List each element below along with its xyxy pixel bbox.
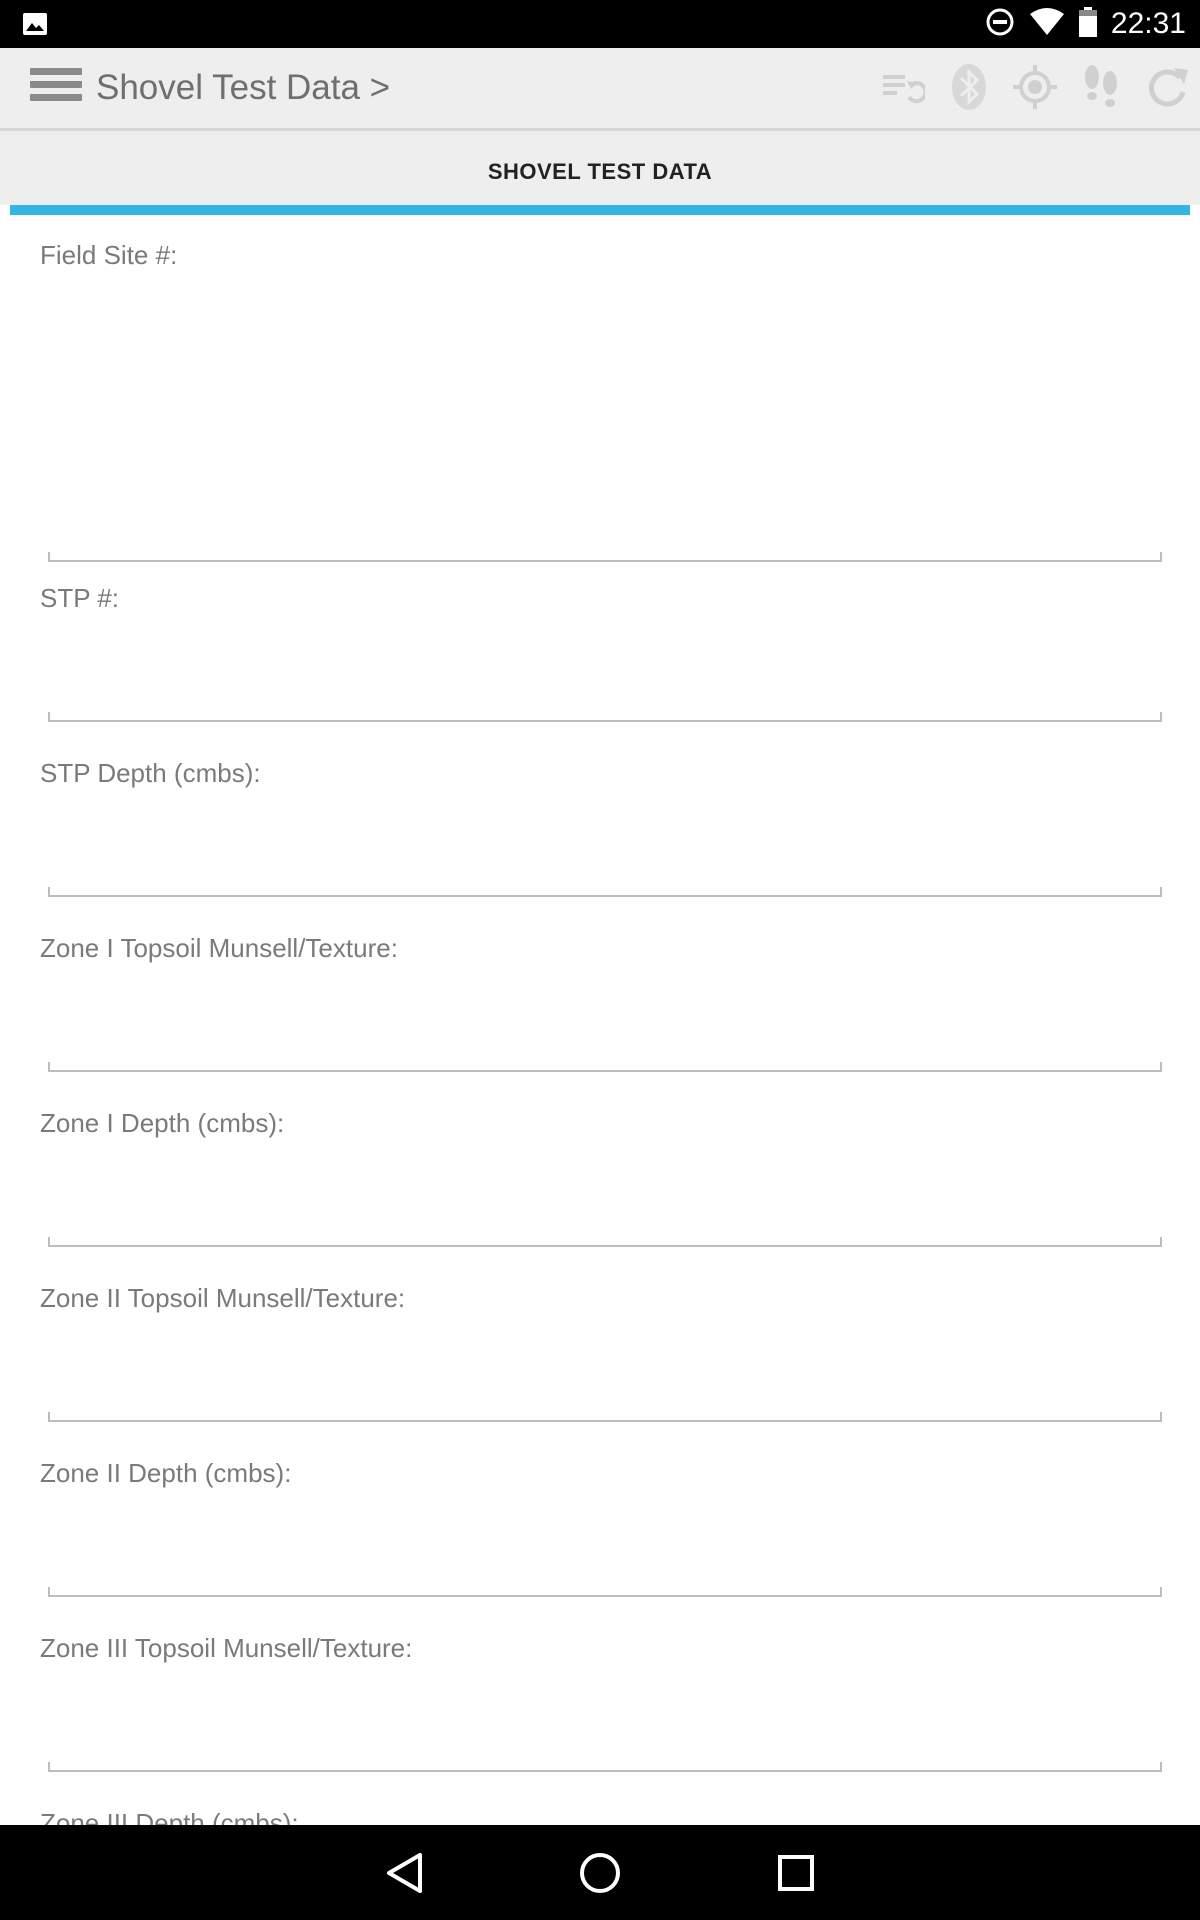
zone-3-topsoil-field: Zone III Topsoil Munsell/Texture: xyxy=(10,1633,1190,1793)
field-label: Zone III Depth (cmbs): xyxy=(40,1808,299,1825)
input-underline xyxy=(48,1062,1162,1072)
stp-depth-input[interactable] xyxy=(48,818,1166,880)
back-icon[interactable] xyxy=(378,1847,430,1899)
zone-1-depth-field: Zone I Depth (cmbs): xyxy=(10,1108,1190,1268)
field-site-number-field: Field Site #: xyxy=(10,240,1190,570)
field-site-number-input[interactable] xyxy=(48,300,1166,542)
input-underline xyxy=(48,1237,1162,1247)
do-not-disturb-icon xyxy=(985,7,1015,41)
zone-3-depth-field: Zone III Depth (cmbs): xyxy=(10,1808,1190,1825)
section-header: SHOVEL TEST DATA xyxy=(0,131,1200,205)
shovel-test-form: Field Site #: STP #: STP Depth (cmbs): Z… xyxy=(10,215,1190,1825)
bluetooth-icon[interactable] xyxy=(944,62,994,112)
stp-number-input[interactable] xyxy=(48,643,1166,705)
section-title: SHOVEL TEST DATA xyxy=(487,159,713,184)
toolbar-title[interactable]: Shovel Test Data > xyxy=(96,68,390,108)
zone-3-topsoil-input[interactable] xyxy=(48,1693,1166,1755)
input-underline xyxy=(48,712,1162,722)
clock-time: 22:31 xyxy=(1110,7,1186,40)
wifi-icon xyxy=(1029,8,1065,40)
input-underline xyxy=(48,1762,1162,1772)
sync-list-icon[interactable] xyxy=(878,62,928,112)
field-label: Zone II Depth (cmbs): xyxy=(40,1458,292,1488)
input-underline xyxy=(48,887,1162,897)
field-label: STP #: xyxy=(40,583,120,613)
image-notification-icon xyxy=(22,12,48,40)
recents-icon[interactable] xyxy=(770,1847,822,1899)
refresh-icon[interactable] xyxy=(1142,62,1192,112)
field-label: Zone I Depth (cmbs): xyxy=(40,1108,285,1138)
field-label: STP Depth (cmbs): xyxy=(40,758,261,788)
zone-1-depth-input[interactable] xyxy=(48,1168,1166,1230)
gps-location-icon[interactable] xyxy=(1010,62,1060,112)
system-navigation-bar xyxy=(0,1825,1200,1920)
zone-1-topsoil-input[interactable] xyxy=(48,993,1166,1055)
stp-number-field: STP #: xyxy=(10,583,1190,743)
status-bar: 22:31 xyxy=(0,0,1200,48)
input-underline xyxy=(48,552,1162,562)
section-accent-bar xyxy=(10,205,1190,215)
hamburger-menu-icon[interactable] xyxy=(30,68,82,108)
zone-2-topsoil-input[interactable] xyxy=(48,1343,1166,1405)
input-underline xyxy=(48,1587,1162,1597)
battery-icon xyxy=(1078,7,1097,41)
zone-2-depth-field: Zone II Depth (cmbs): xyxy=(10,1458,1190,1618)
field-label: Field Site #: xyxy=(40,240,178,270)
zone-2-depth-input[interactable] xyxy=(48,1518,1166,1580)
zone-2-topsoil-field: Zone II Topsoil Munsell/Texture: xyxy=(10,1283,1190,1443)
app-toolbar: Shovel Test Data > xyxy=(0,48,1200,131)
footsteps-icon[interactable] xyxy=(1076,62,1126,112)
home-icon[interactable] xyxy=(574,1847,626,1899)
zone-1-topsoil-field: Zone I Topsoil Munsell/Texture: xyxy=(10,933,1190,1093)
input-underline xyxy=(48,1412,1162,1422)
stp-depth-field: STP Depth (cmbs): xyxy=(10,758,1190,918)
field-label: Zone III Topsoil Munsell/Texture: xyxy=(40,1633,413,1663)
field-label: Zone I Topsoil Munsell/Texture: xyxy=(40,933,398,963)
field-label: Zone II Topsoil Munsell/Texture: xyxy=(40,1283,406,1313)
